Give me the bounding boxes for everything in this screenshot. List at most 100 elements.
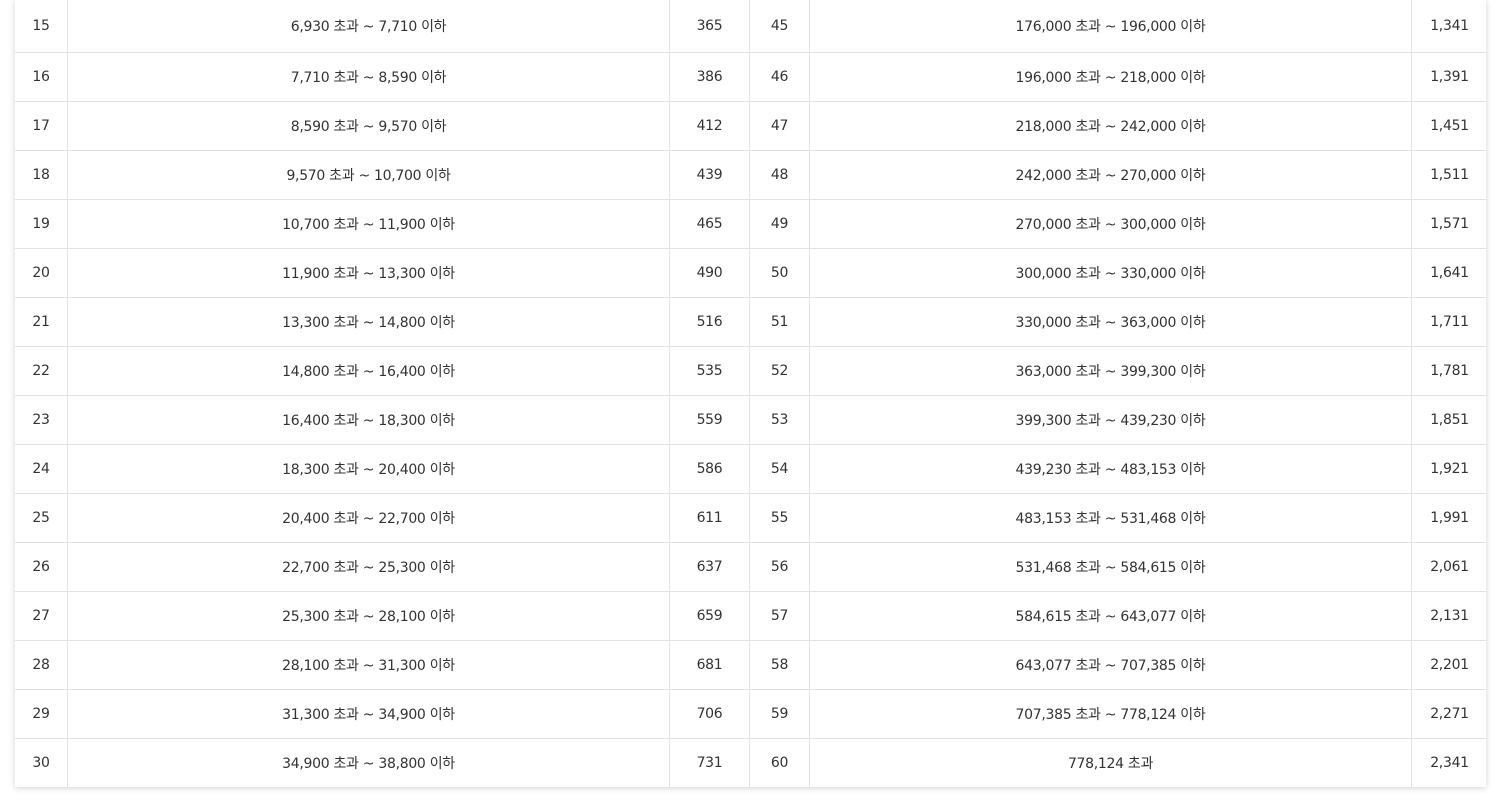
range-cell: 399,300 초과 ~ 439,230 이하 [809, 395, 1412, 445]
range-cell: 13,300 초과 ~ 14,800 이하 [67, 297, 670, 347]
points-cell: 681 [669, 640, 750, 690]
grade-cell: 55 [749, 493, 810, 543]
points-cell: 490 [669, 248, 750, 298]
range-cell: 14,800 초과 ~ 16,400 이하 [67, 346, 670, 396]
points-cell: 365 [669, 0, 750, 53]
grade-cell: 50 [749, 248, 810, 298]
grade-cell: 51 [749, 297, 810, 347]
range-cell: 242,000 초과 ~ 270,000 이하 [809, 150, 1412, 200]
points-cell: 465 [669, 199, 750, 249]
grade-cell: 59 [749, 689, 810, 739]
points-cell: 2,061 [1411, 542, 1487, 592]
table-row: 30 34,900 초과 ~ 38,800 이하 731 60 778,124 초과 2,… [15, 738, 1487, 787]
points-cell: 1,391 [1411, 52, 1487, 102]
points-cell: 1,991 [1411, 493, 1487, 543]
points-cell: 2,271 [1411, 689, 1487, 739]
points-cell: 706 [669, 689, 750, 739]
table-row: 22 14,800 초과 ~ 16,400 이하 535 52 363,000 초과 ~… [15, 346, 1487, 396]
grade-cell: 49 [749, 199, 810, 249]
table-row: 25 20,400 초과 ~ 22,700 이하 611 55 483,153 초과 ~… [15, 493, 1487, 543]
range-cell: 196,000 초과 ~ 218,000 이하 [809, 52, 1412, 102]
range-cell: 707,385 초과 ~ 778,124 이하 [809, 689, 1412, 739]
grade-cell: 45 [749, 0, 810, 53]
grade-cell: 47 [749, 101, 810, 151]
points-cell: 1,571 [1411, 199, 1487, 249]
range-cell: 16,400 초과 ~ 18,300 이하 [67, 395, 670, 445]
range-cell: 28,100 초과 ~ 31,300 이하 [67, 640, 670, 690]
points-cell: 1,341 [1411, 0, 1487, 53]
points-cell: 659 [669, 591, 750, 641]
grade-cell: 58 [749, 640, 810, 690]
grade-cell: 15 [15, 0, 68, 53]
points-cell: 535 [669, 346, 750, 396]
grade-cell: 22 [15, 346, 68, 396]
points-cell: 1,781 [1411, 346, 1487, 396]
points-cell: 439 [669, 150, 750, 200]
table-row: 29 31,300 초과 ~ 34,900 이하 706 59 707,385 초과 ~… [15, 689, 1487, 739]
grade-cell: 26 [15, 542, 68, 592]
range-cell: 22,700 초과 ~ 25,300 이하 [67, 542, 670, 592]
points-cell: 2,341 [1430, 755, 1469, 771]
points-cell: 1,921 [1411, 444, 1487, 494]
range-cell: 363,000 초과 ~ 399,300 이하 [809, 346, 1412, 396]
grade-cell: 21 [15, 297, 68, 347]
range-cell: 31,300 초과 ~ 34,900 이하 [67, 689, 670, 739]
range-cell: 18,300 초과 ~ 20,400 이하 [67, 444, 670, 494]
points-cell: 1,711 [1411, 297, 1487, 347]
range-cell: 330,000 초과 ~ 363,000 이하 [809, 297, 1412, 347]
range-cell: 9,570 초과 ~ 10,700 이하 [67, 150, 670, 200]
grade-table: 15 6,930 초과 ~ 7,710 이하 365 45 176,000 초과 ~ 1… [15, 0, 1487, 787]
range-cell: 10,700 초과 ~ 11,900 이하 [67, 199, 670, 249]
table-row: 15 6,930 초과 ~ 7,710 이하 365 45 176,000 초과 ~ 1… [15, 0, 1487, 53]
points-cell: 1,451 [1411, 101, 1487, 151]
points-cell: 1,851 [1411, 395, 1487, 445]
grade-cell: 29 [15, 689, 68, 739]
range-cell: 778,124 초과 [809, 738, 1412, 787]
points-cell: 1,511 [1411, 150, 1487, 200]
grade-cell: 53 [749, 395, 810, 445]
table-row: 27 25,300 초과 ~ 28,100 이하 659 57 584,615 초과 ~… [15, 591, 1487, 641]
table-row: 19 10,700 초과 ~ 11,900 이하 465 49 270,000 초과 ~… [15, 199, 1487, 249]
grade-cell: 57 [749, 591, 810, 641]
range-cell: 300,000 초과 ~ 330,000 이하 [809, 248, 1412, 298]
points-cell: 2,131 [1411, 591, 1487, 641]
range-cell: 8,590 초과 ~ 9,570 이하 [67, 101, 670, 151]
range-cell: 7,710 초과 ~ 8,590 이하 [67, 52, 670, 102]
range-cell: 270,000 초과 ~ 300,000 이하 [809, 199, 1412, 249]
table-row: 20 11,900 초과 ~ 13,300 이하 490 50 300,000 초과 ~… [15, 248, 1487, 298]
grade-cell: 52 [749, 346, 810, 396]
table-row: 23 16,400 초과 ~ 18,300 이하 559 53 399,300 초과 ~… [15, 395, 1487, 445]
range-cell: 483,153 초과 ~ 531,468 이하 [809, 493, 1412, 543]
grade-cell: 30 [15, 738, 68, 787]
grade-cell: 17 [15, 101, 68, 151]
range-cell: 531,468 초과 ~ 584,615 이하 [809, 542, 1412, 592]
grade-cell: 19 [15, 199, 68, 249]
range-cell: 439,230 초과 ~ 483,153 이하 [809, 444, 1412, 494]
grade-table-body: 15 6,930 초과 ~ 7,710 이하 365 45 176,000 초과 ~ 1… [15, 0, 1487, 787]
points-cell: 2,201 [1411, 640, 1487, 690]
table-row: 26 22,700 초과 ~ 25,300 이하 637 56 531,468 초과 ~… [15, 542, 1487, 592]
grade-cell: 28 [15, 640, 68, 690]
points-cell: 516 [669, 297, 750, 347]
range-cell: 6,930 초과 ~ 7,710 이하 [67, 0, 670, 53]
points-cell: 731 [669, 738, 750, 787]
grade-cell: 48 [749, 150, 810, 200]
range-cell: 34,900 초과 ~ 38,800 이하 [67, 738, 670, 787]
table-row: 16 7,710 초과 ~ 8,590 이하 386 46 196,000 초과 ~ 2… [15, 52, 1487, 102]
table-row: 17 8,590 초과 ~ 9,570 이하 412 47 218,000 초과 ~ 2… [15, 101, 1487, 151]
grade-cell: 25 [15, 493, 68, 543]
grade-cell: 23 [15, 395, 68, 445]
grade-table-card: 15 6,930 초과 ~ 7,710 이하 365 45 176,000 초과 ~ 1… [15, 0, 1487, 787]
table-row: 28 28,100 초과 ~ 31,300 이하 681 58 643,077 초과 ~… [15, 640, 1487, 690]
range-cell: 20,400 초과 ~ 22,700 이하 [67, 493, 670, 543]
points-cell: 1,641 [1411, 248, 1487, 298]
grade-cell: 27 [15, 591, 68, 641]
points-cell: 412 [669, 101, 750, 151]
grade-cell: 56 [749, 542, 810, 592]
grade-cell: 46 [749, 52, 810, 102]
table-row: 24 18,300 초과 ~ 20,400 이하 586 54 439,230 초과 ~… [15, 444, 1487, 494]
range-cell: 25,300 초과 ~ 28,100 이하 [67, 591, 670, 641]
grade-cell: 54 [749, 444, 810, 494]
table-row: 21 13,300 초과 ~ 14,800 이하 516 51 330,000 초과 ~… [15, 297, 1487, 347]
points-cell: 611 [669, 493, 750, 543]
